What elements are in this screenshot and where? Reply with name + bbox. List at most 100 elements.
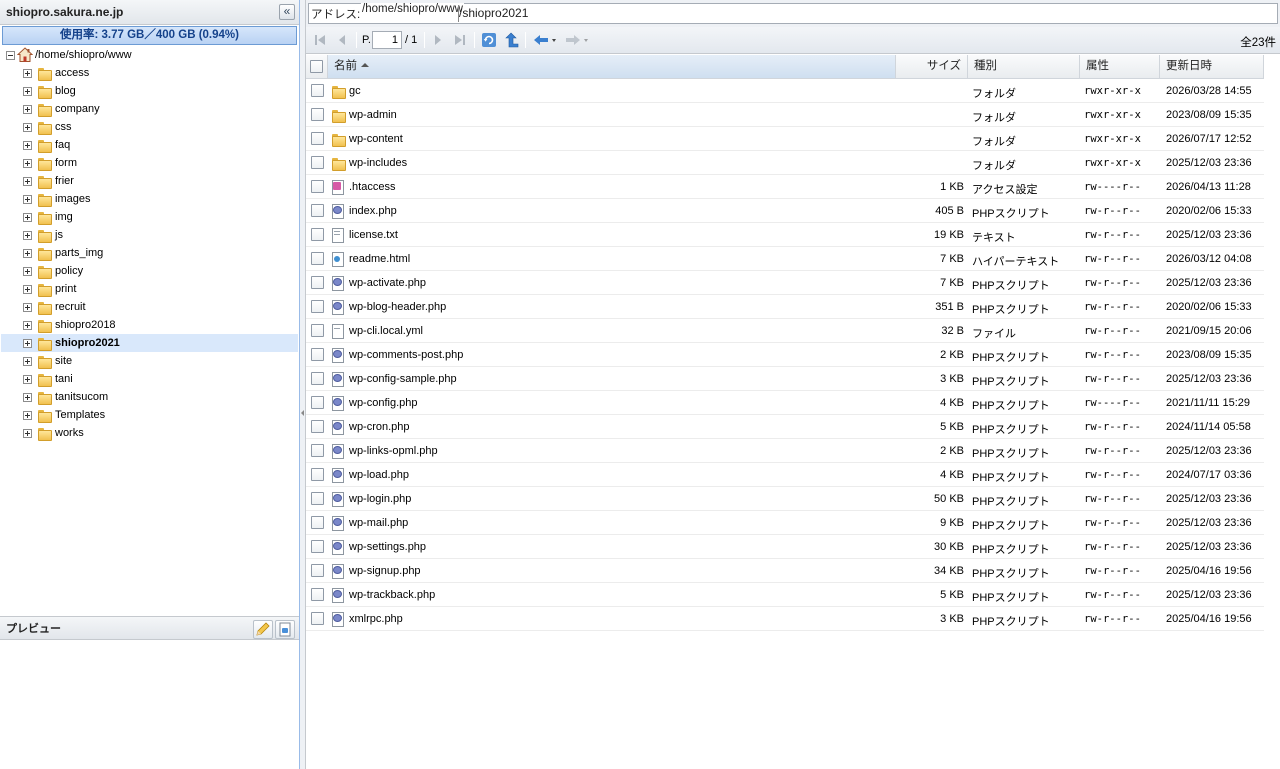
table-row[interactable]: wp-cron.php 5 KB PHPスクリプト rw-r--r-- 2024/11/… bbox=[306, 415, 1264, 439]
expand-toggle-icon[interactable] bbox=[23, 428, 32, 438]
name-cell[interactable]: wp-signup.php bbox=[328, 559, 896, 582]
row-checkbox[interactable] bbox=[310, 252, 324, 265]
address-segment-current[interactable]: /shiopro2021 bbox=[459, 6, 528, 20]
name-cell[interactable]: .htaccess bbox=[328, 175, 896, 198]
tree-item-site[interactable]: site bbox=[1, 352, 298, 370]
row-checkbox[interactable] bbox=[310, 276, 324, 289]
table-row[interactable]: wp-includes フォルダ rwxr-xr-x 2025/12/03 23:36 bbox=[306, 151, 1264, 175]
table-row[interactable]: wp-links-opml.php 2 KB PHPスクリプト rw-r--r-- 20… bbox=[306, 439, 1264, 463]
row-checkbox[interactable] bbox=[310, 180, 324, 193]
table-row[interactable]: xmlrpc.php 3 KB PHPスクリプト rw-r--r-- 2025/04/1… bbox=[306, 607, 1264, 631]
expand-toggle-icon[interactable] bbox=[23, 392, 32, 402]
expand-toggle-icon[interactable] bbox=[23, 356, 32, 366]
tree-item-recruit[interactable]: recruit bbox=[1, 298, 298, 316]
save-button[interactable] bbox=[275, 620, 295, 639]
row-checkbox[interactable] bbox=[310, 420, 324, 433]
table-row[interactable]: wp-trackback.php 5 KB PHPスクリプト rw-r--r-- 202… bbox=[306, 583, 1264, 607]
tree-item-faq[interactable]: faq bbox=[1, 136, 298, 154]
expand-toggle-icon[interactable] bbox=[23, 248, 32, 258]
row-checkbox[interactable] bbox=[310, 348, 324, 361]
tree-item-frier[interactable]: frier bbox=[1, 172, 298, 190]
table-row[interactable]: wp-blog-header.php 351 B PHPスクリプト rw-r--r--… bbox=[306, 295, 1264, 319]
name-cell[interactable]: wp-blog-header.php bbox=[328, 295, 896, 318]
row-checkbox[interactable] bbox=[310, 468, 324, 481]
expand-toggle-icon[interactable] bbox=[23, 230, 32, 240]
expand-toggle-icon[interactable] bbox=[23, 320, 32, 330]
name-cell[interactable]: readme.html bbox=[328, 247, 896, 270]
table-row[interactable]: wp-activate.php 7 KB PHPスクリプト rw-r--r-- 2025… bbox=[306, 271, 1264, 295]
row-checkbox[interactable] bbox=[310, 564, 324, 577]
name-cell[interactable]: wp-activate.php bbox=[328, 271, 896, 294]
name-cell[interactable]: gc bbox=[328, 79, 896, 102]
name-cell[interactable]: wp-cron.php bbox=[328, 415, 896, 438]
expand-toggle-icon[interactable] bbox=[23, 86, 32, 96]
select-all-checkbox[interactable] bbox=[310, 60, 323, 73]
name-cell[interactable]: wp-mail.php bbox=[328, 511, 896, 534]
row-checkbox[interactable] bbox=[310, 588, 324, 601]
expand-toggle-icon[interactable] bbox=[23, 302, 32, 312]
column-header-size[interactable]: サイズ bbox=[896, 55, 968, 78]
refresh-button[interactable] bbox=[480, 31, 498, 49]
row-checkbox[interactable] bbox=[310, 324, 324, 337]
tree-item-tani[interactable]: tani bbox=[1, 370, 298, 388]
expand-toggle-icon[interactable] bbox=[23, 266, 32, 276]
row-checkbox[interactable] bbox=[310, 156, 324, 169]
expand-toggle-icon[interactable] bbox=[23, 68, 32, 78]
name-cell[interactable]: wp-load.php bbox=[328, 463, 896, 486]
row-checkbox[interactable] bbox=[310, 132, 324, 145]
name-cell[interactable]: wp-links-opml.php bbox=[328, 439, 896, 462]
tree-item-parts_img[interactable]: parts_img bbox=[1, 244, 298, 262]
tree-item-templates[interactable]: Templates bbox=[1, 406, 298, 424]
table-row[interactable]: wp-load.php 4 KB PHPスクリプト rw-r--r-- 2024/07/… bbox=[306, 463, 1264, 487]
name-cell[interactable]: index.php bbox=[328, 199, 896, 222]
column-header-date[interactable]: 更新日時 bbox=[1160, 55, 1264, 78]
expand-toggle-icon[interactable] bbox=[23, 104, 32, 114]
table-row[interactable]: wp-cli.local.yml 32 B ファイル rw-r--r-- 2021/09… bbox=[306, 319, 1264, 343]
collapse-toggle-icon[interactable] bbox=[6, 50, 15, 60]
name-cell[interactable]: license.txt bbox=[328, 223, 896, 246]
table-row[interactable]: gc フォルダ rwxr-xr-x 2026/03/28 14:55 bbox=[306, 79, 1264, 103]
tree-item-form[interactable]: form bbox=[1, 154, 298, 172]
name-cell[interactable]: wp-includes bbox=[328, 151, 896, 174]
expand-toggle-icon[interactable] bbox=[23, 140, 32, 150]
column-header-attr[interactable]: 属性 bbox=[1080, 55, 1160, 78]
tree-item-company[interactable]: company bbox=[1, 100, 298, 118]
column-header-type[interactable]: 種別 bbox=[968, 55, 1080, 78]
tree-item-print[interactable]: print bbox=[1, 280, 298, 298]
table-row[interactable]: wp-comments-post.php 2 KB PHPスクリプト rw-r--r-… bbox=[306, 343, 1264, 367]
table-row[interactable]: readme.html 7 KB ハイパーテキスト rw-r--r-- 2026/03/… bbox=[306, 247, 1264, 271]
tree-root[interactable]: /home/shiopro/www bbox=[1, 46, 298, 64]
back-history-button[interactable] bbox=[532, 31, 560, 49]
row-checkbox[interactable] bbox=[310, 204, 324, 217]
row-checkbox[interactable] bbox=[310, 228, 324, 241]
expand-toggle-icon[interactable] bbox=[23, 212, 32, 222]
next-page-button[interactable] bbox=[430, 31, 446, 49]
tree-item-works[interactable]: works bbox=[1, 424, 298, 442]
name-cell[interactable]: wp-settings.php bbox=[328, 535, 896, 558]
address-segment-www[interactable]: /home/shiopro/www bbox=[361, 3, 464, 19]
row-checkbox[interactable] bbox=[310, 612, 324, 625]
table-row[interactable]: index.php 405 B PHPスクリプト rw-r--r-- 2020/02/0… bbox=[306, 199, 1264, 223]
tree-item-js[interactable]: js bbox=[1, 226, 298, 244]
row-checkbox[interactable] bbox=[310, 372, 324, 385]
name-cell[interactable]: wp-cli.local.yml bbox=[328, 319, 896, 342]
name-cell[interactable]: wp-comments-post.php bbox=[328, 343, 896, 366]
forward-history-button[interactable] bbox=[564, 31, 592, 49]
row-checkbox[interactable] bbox=[310, 300, 324, 313]
row-checkbox[interactable] bbox=[310, 540, 324, 553]
tree-item-tanitsucom[interactable]: tanitsucom bbox=[1, 388, 298, 406]
name-cell[interactable]: wp-trackback.php bbox=[328, 583, 896, 606]
table-row[interactable]: wp-config-sample.php 3 KB PHPスクリプト rw-r--r-… bbox=[306, 367, 1264, 391]
expand-toggle-icon[interactable] bbox=[23, 284, 32, 294]
tree-item-img[interactable]: img bbox=[1, 208, 298, 226]
tree-item-images[interactable]: images bbox=[1, 190, 298, 208]
expand-toggle-icon[interactable] bbox=[23, 122, 32, 132]
name-cell[interactable]: wp-login.php bbox=[328, 487, 896, 510]
edit-button[interactable] bbox=[253, 620, 273, 639]
table-row[interactable]: wp-content フォルダ rwxr-xr-x 2026/07/17 12:52 bbox=[306, 127, 1264, 151]
first-page-button[interactable] bbox=[312, 31, 328, 49]
collapse-left-pane-button[interactable]: « bbox=[279, 4, 295, 20]
row-checkbox[interactable] bbox=[310, 492, 324, 505]
last-page-button[interactable] bbox=[452, 31, 468, 49]
table-row[interactable]: wp-admin フォルダ rwxr-xr-x 2023/08/09 15:35 bbox=[306, 103, 1264, 127]
